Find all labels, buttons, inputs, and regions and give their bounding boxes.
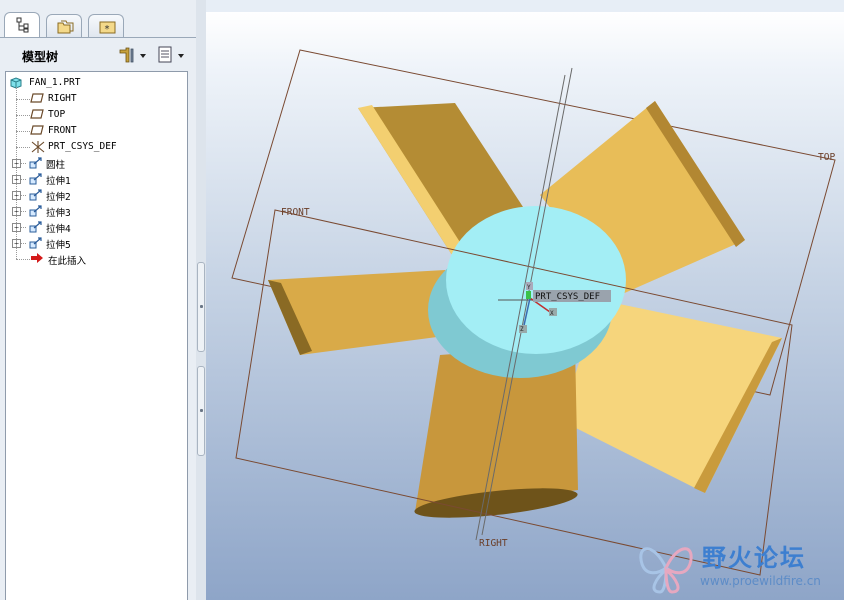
splitter-grip-lower[interactable] <box>197 366 205 456</box>
tree-item[interactable]: + 拉伸5 <box>6 235 186 251</box>
tree-connector <box>16 99 30 100</box>
csys-y-label: Y <box>527 284 531 291</box>
tree-item[interactable]: PRT_CSYS_DEF <box>6 139 186 155</box>
tree-item[interactable]: 在此插入 <box>6 251 186 267</box>
tree-item[interactable]: + 圆柱 <box>6 155 186 171</box>
tree-item[interactable]: + 拉伸4 <box>6 219 186 235</box>
tree-item-label: TOP <box>48 109 66 120</box>
tree-item[interactable]: + 拉伸3 <box>6 203 186 219</box>
forum-watermark: 野火论坛 www.proewildfire.cn <box>634 534 844 600</box>
tab-divider <box>0 37 196 38</box>
model-canvas[interactable]: X Z Y PRT_CSYS_DEF TOP FRONT RIGHT <box>206 12 844 600</box>
datum-plane-icon <box>30 108 44 123</box>
tab-folder-browser[interactable] <box>46 14 82 38</box>
insert-here-arrow-icon <box>30 252 44 267</box>
tree-connector <box>16 131 30 132</box>
tree-show-button[interactable] <box>156 46 188 64</box>
tree-settings-icon <box>119 47 146 63</box>
tree-item-label: 拉伸5 <box>46 240 71 251</box>
datum-label-front: FRONT <box>281 207 310 218</box>
splitter-grip-upper[interactable] <box>197 262 205 352</box>
tree-connector <box>16 259 30 260</box>
watermark-name: 野火论坛 <box>702 544 806 572</box>
tree-item[interactable]: FRONT <box>6 123 186 139</box>
folder-browser-icon <box>57 20 74 34</box>
graphics-window[interactable]: X Z Y PRT_CSYS_DEF TOP FRONT RIGHT <box>206 12 844 600</box>
datum-plane-icon <box>30 124 44 139</box>
tree-item[interactable]: + 拉伸1 <box>6 171 186 187</box>
model-tree: FAN_1.PRT RIGHT TOP FRONT PRT_CSYS_DEF + 圆柱 + 拉… <box>5 71 188 600</box>
tree-item-label: 拉伸2 <box>46 192 71 203</box>
svg-text:*: * <box>104 24 110 35</box>
tree-settings-button[interactable] <box>118 46 150 64</box>
datum-plane-icon <box>30 92 44 107</box>
csys-label: PRT_CSYS_DEF <box>535 292 600 302</box>
panel-title: 模型树 <box>22 50 59 64</box>
favorites-icon: * <box>99 21 116 35</box>
tree-show-icon <box>158 46 184 63</box>
tree-item[interactable]: RIGHT <box>6 91 186 107</box>
navigator-panel: * 模型树 FAN_1.PRT RIGHT TOP FRONT PRT_CSYS… <box>0 0 197 600</box>
tree-item[interactable]: + 拉伸2 <box>6 187 186 203</box>
panel-header: 模型树 <box>0 40 196 70</box>
butterfly-logo-icon <box>639 547 693 594</box>
tree-item-label: 圆柱 <box>46 160 66 171</box>
tree-item-label: 在此插入 <box>48 256 87 267</box>
tree-item[interactable]: TOP <box>6 107 186 123</box>
watermark-url: www.proewildfire.cn <box>700 574 821 588</box>
datum-label-right: RIGHT <box>479 538 508 549</box>
tree-item-label: 拉伸4 <box>46 224 71 235</box>
csys-z-label: Z <box>520 326 524 333</box>
datum-label-top: TOP <box>818 152 835 163</box>
tree-item-label: 拉伸1 <box>46 176 71 187</box>
tree-trunk-line <box>16 87 17 259</box>
tab-model-tree[interactable] <box>4 12 40 38</box>
panel-splitter[interactable] <box>196 0 206 600</box>
model-tree-icon <box>16 17 29 33</box>
tree-item-label: 拉伸3 <box>46 208 71 219</box>
tree-item-label: PRT_CSYS_DEF <box>48 141 117 152</box>
tree-root-label: FAN_1.PRT <box>29 77 81 88</box>
tab-favorites[interactable]: * <box>88 14 124 38</box>
tree-item-label: RIGHT <box>48 93 77 104</box>
tree-item-label: FRONT <box>48 125 77 136</box>
navigator-tabs: * <box>0 12 196 38</box>
tree-connector <box>16 115 30 116</box>
csys-x-label: X <box>550 310 554 317</box>
tree-connector <box>16 147 30 148</box>
